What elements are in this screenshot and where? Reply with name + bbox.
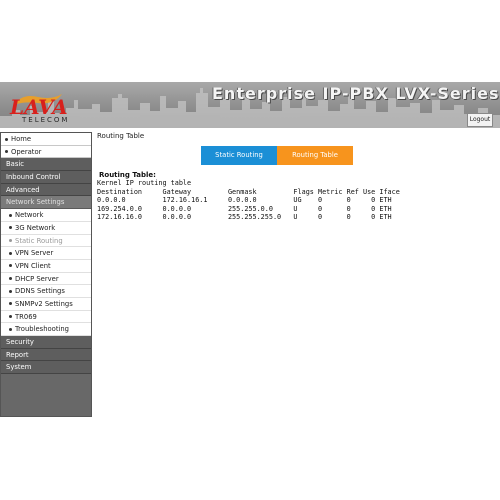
sidebar-item-network-settings[interactable]: Network Settings (1, 196, 91, 210)
product-title: Enterprise IP-PBX LVX-Series (212, 84, 500, 103)
sidebar-subitem-3g-network[interactable]: 3G Network (1, 221, 91, 235)
sidebar-item-label: DHCP Server (15, 274, 59, 283)
sidebar-item-inbound-control[interactable]: Inbound Control (1, 171, 91, 184)
sidebar-item-label: Operator (11, 147, 42, 156)
sidebar-item-label: SNMPv2 Settings (15, 299, 73, 308)
sidebar-subitem-troubleshooting[interactable]: Troubleshooting (1, 323, 91, 336)
sidebar-menu: Home Operator Basic Inbound Control Adva… (0, 132, 92, 417)
bullet-icon (5, 150, 8, 154)
sidebar-item-advanced[interactable]: Advanced (1, 183, 91, 197)
sidebar-item-label: Home (11, 135, 32, 143)
sidebar-item-security[interactable]: Security (1, 336, 91, 349)
bullet-icon (9, 289, 12, 293)
table-row: 172.16.16.0 0.0.0.0 255.255.255.0 U 0 0 … (97, 213, 400, 222)
sidebar-subitem-dhcp-server[interactable]: DHCP Server (1, 272, 91, 286)
sidebar-subitem-static-routing[interactable]: Static Routing (1, 234, 91, 248)
bullet-icon (9, 264, 12, 268)
sidebar-item-basic[interactable]: Basic (1, 158, 91, 172)
logout-button[interactable]: Logout (467, 113, 493, 127)
bullet-icon (9, 213, 12, 217)
sidebar-item-label: Troubleshooting (15, 325, 69, 334)
bullet-icon (9, 239, 12, 242)
page-title: Routing Table (97, 132, 145, 140)
sidebar-item-home[interactable]: Home (1, 133, 91, 146)
sidebar-subitem-vpn-server[interactable]: VPN Server (1, 247, 91, 260)
sidebar-item-label: TR069 (15, 312, 37, 321)
sidebar-item-operator[interactable]: Operator (1, 145, 91, 159)
sidebar-item-label: DDNS Settings (15, 287, 65, 296)
sidebar-item-label: Static Routing (15, 236, 63, 245)
routing-table-heading: Routing Table: (99, 171, 156, 179)
sidebar-item-label: VPN Server (15, 249, 54, 258)
sidebar-subitem-ddns-settings[interactable]: DDNS Settings (1, 285, 91, 298)
sidebar-subitem-snmpv2-settings[interactable]: SNMPv2 Settings (1, 297, 91, 311)
sidebar-item-label: VPN Client (15, 261, 51, 270)
kernel-table-caption: Kernel IP routing table (97, 179, 192, 187)
bullet-icon (9, 277, 12, 281)
table-row: 169.254.0.0 0.0.0.0 255.255.0.0 U 0 0 0 … (97, 204, 400, 213)
sidebar-item-report[interactable]: Report (1, 348, 91, 362)
sidebar-subitem-vpn-client[interactable]: VPN Client (1, 259, 91, 273)
bullet-icon (9, 327, 12, 331)
logo-subtitle: TELECOM (22, 116, 70, 124)
bullet-icon (9, 251, 12, 255)
bullet-icon (5, 137, 8, 141)
sidebar-subitem-network[interactable]: Network (1, 209, 91, 222)
bullet-icon (9, 315, 12, 319)
sidebar-item-label: 3G Network (15, 223, 56, 232)
routing-table-header: Destination Gateway Genmask Flags Metric… (97, 187, 400, 196)
routing-table-output: Kernel IP routing table Destination Gate… (97, 179, 400, 222)
tab-static-routing[interactable]: Static Routing (201, 146, 277, 165)
sidebar-item-label: Network (15, 211, 44, 220)
tab-routing-table[interactable]: Routing Table (277, 146, 353, 165)
sidebar-subitem-tr069[interactable]: TR069 (1, 310, 91, 324)
sidebar-item-system[interactable]: System (1, 361, 91, 375)
bullet-icon (9, 226, 12, 230)
bullet-icon (9, 302, 12, 306)
table-row: 0.0.0.0 172.16.16.1 0.0.0.0 UG 0 0 0 ETH (97, 196, 400, 205)
